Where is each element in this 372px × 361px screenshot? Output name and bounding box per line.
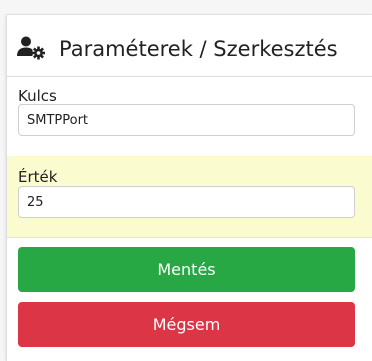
value-label: Érték — [18, 168, 58, 186]
value-input[interactable] — [18, 186, 355, 218]
cancel-button[interactable]: Mégsem — [18, 302, 355, 347]
page-title: Paraméterek / Szerkesztés — [59, 36, 338, 61]
panel-header: Paraméterek / Szerkesztés — [7, 15, 372, 77]
user-gear-icon — [17, 32, 59, 60]
edit-parameter-panel: Paraméterek / Szerkesztés Kulcs Érték Me… — [6, 15, 372, 361]
save-button[interactable]: Mentés — [18, 247, 355, 292]
key-field-group: Kulcs — [7, 77, 372, 156]
key-label: Kulcs — [18, 87, 57, 105]
divider — [7, 237, 372, 238]
window-top-strip — [6, 0, 372, 15]
value-field-group: Érték — [7, 156, 372, 237]
key-input[interactable] — [18, 104, 355, 136]
